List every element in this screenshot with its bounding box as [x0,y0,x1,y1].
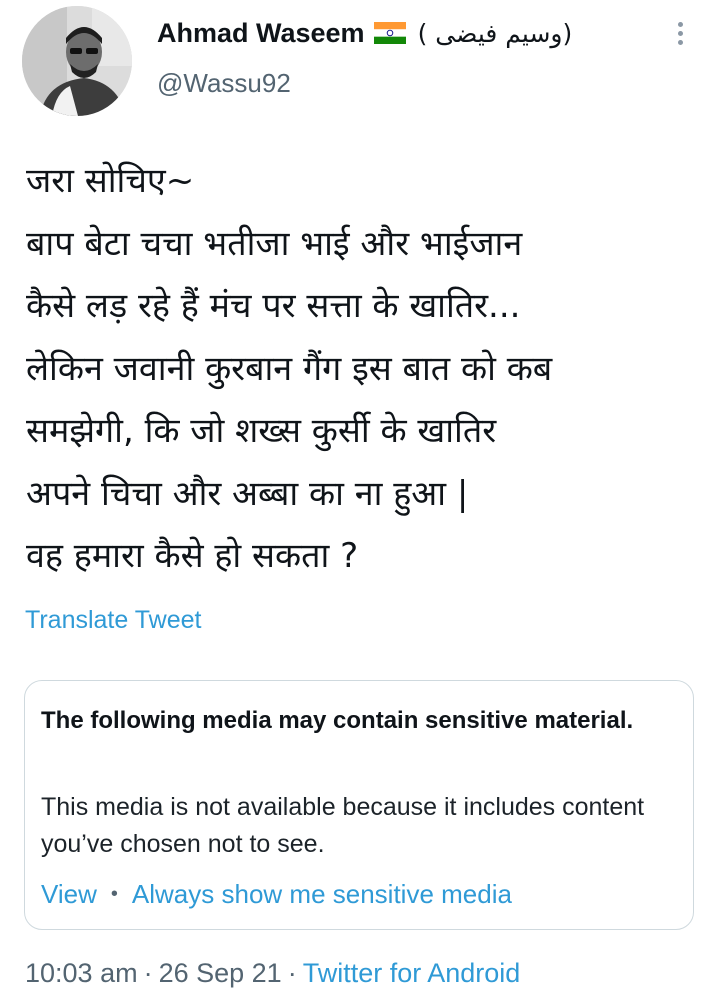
tweet-text-line: वह हमारा कैसे हो सकता ? [26,536,359,576]
tweet-text-line: अपने चिचा और अब्बा का ना हुआ | [26,473,469,514]
meta-separator: · [287,958,297,988]
author-display-name-suffix: ( وسیم فیضی) [417,19,573,48]
sensitive-media-card: The following media may contain sensitiv… [24,680,694,930]
tweet-text-line: बाप बेटा चचा भतीजा भाई और भाईजान [26,223,523,264]
tweet-meta: 10:03 am · 26 Sep 21 · Twitter for Android [25,958,520,989]
author-display-name-row[interactable]: Ahmad Waseem ( وسیم فیضی) [157,18,572,49]
tweet-time[interactable]: 10:03 am [25,958,138,988]
avatar[interactable] [22,6,132,116]
profile-photo [22,6,132,116]
ellipsis-dot [677,40,683,45]
view-media-link[interactable]: View [41,879,97,909]
tweet-date[interactable]: 26 Sep 21 [159,958,282,988]
tweet-text-line: समझेगी, कि जो शख्स कुर्सी के खातिर [26,411,497,451]
ellipsis-dot [677,22,683,27]
ellipsis-dot [677,31,683,36]
sensitive-media-actions: View • Always show me sensitive media [41,879,512,910]
tweet-text-line: जरा सोचिए~ [26,161,195,201]
always-show-sensitive-media-link[interactable]: Always show me sensitive media [132,879,512,909]
translate-tweet-link[interactable]: Translate Tweet [25,606,201,635]
meta-separator: · [143,958,153,988]
tweet-text: जरा सोचिए~ बाप बेटा चचा भतीजा भाई और भाई… [26,150,706,588]
tweet-text-line: लेकिन जवानी कुरबान गैंग इस बात को कब [26,348,553,389]
author-display-name[interactable]: Ahmad Waseem [157,18,365,48]
sensitive-media-title: The following media may contain sensitiv… [41,707,634,734]
tweet-text-line: कैसे लड़ रहे हैं मंच पर सत्ता के खातिर..… [26,286,521,326]
vertical-ellipsis-icon[interactable] [670,22,690,52]
sensitive-media-body: This media is not available because it i… [41,793,645,858]
tweet-source-link[interactable]: Twitter for Android [303,958,521,988]
action-separator: • [110,883,118,905]
author-handle[interactable]: @Wassu92 [157,68,291,99]
india-flag-icon [374,20,407,44]
